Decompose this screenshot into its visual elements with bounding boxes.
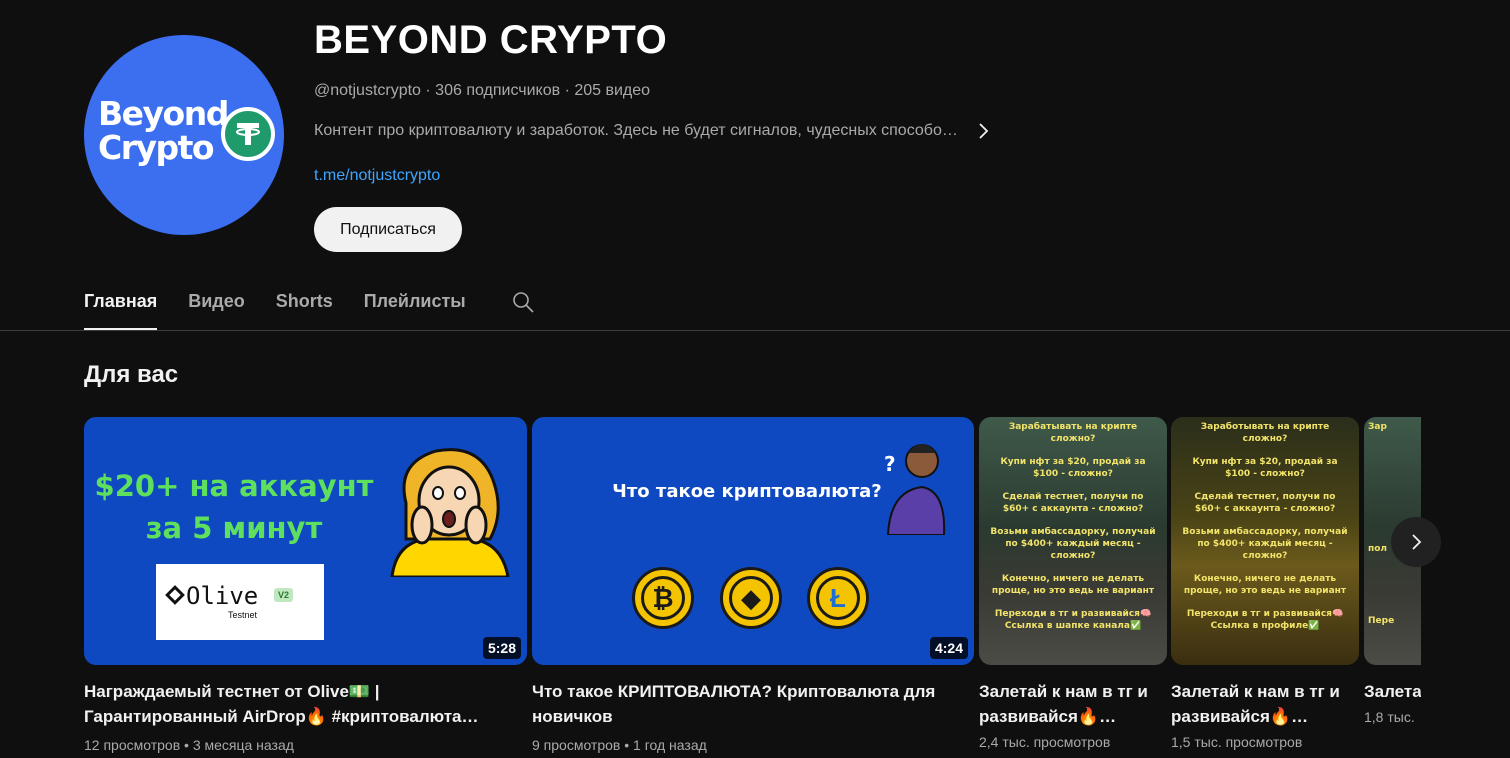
short-meta: 1,5 тыс. просмотров xyxy=(1171,734,1303,750)
olive-brand: Olive xyxy=(186,582,259,610)
tab-videos[interactable]: Видео xyxy=(188,280,245,330)
chevron-right-icon xyxy=(1412,534,1422,550)
channel-avatar[interactable]: Beyond Crypto xyxy=(84,35,284,235)
chevron-right-icon[interactable] xyxy=(976,122,992,140)
duration-badge: 5:28 xyxy=(482,637,521,659)
tab-home[interactable]: Главная xyxy=(84,280,158,330)
channel-meta: @notjustcrypto · 306 подписчиков · 205 в… xyxy=(314,82,651,99)
video-meta: 9 просмотров • 1 год назад xyxy=(532,737,707,753)
litecoin-icon: Ł xyxy=(807,567,869,629)
short-card[interactable]: Зарабатывать на крипте сложно? Купи нфт … xyxy=(979,417,1167,750)
thinking-man-illustration: ? xyxy=(884,444,946,535)
short-title[interactable]: Залета и разви xyxy=(1364,679,1421,704)
short-thumbnail[interactable]: Заработывать на крипте сложно? Купи нфт … xyxy=(1171,417,1359,665)
short-title[interactable]: Залетай к нам в тг и развивайся🔥… xyxy=(1171,679,1359,729)
subscribe-button[interactable]: Подписаться xyxy=(314,207,462,252)
video-title[interactable]: Что такое КРИПТОВАЛЮТА? Криптовалюта для… xyxy=(532,679,974,729)
svg-text:?: ? xyxy=(884,452,896,476)
thumbnail-text-line1: $20+ на аккаунт xyxy=(94,469,374,503)
channel-tabs: Главная Видео Shorts Плейлисты xyxy=(84,280,535,330)
short-thumbnail[interactable]: Зарабатывать на крипте сложно? Купи нфт … xyxy=(979,417,1167,665)
video-thumbnail[interactable]: $20+ на аккаунт за 5 минут Olive V2 Test… xyxy=(84,417,527,665)
ethereum-icon: ◆ xyxy=(720,567,782,629)
search-icon[interactable] xyxy=(511,280,535,319)
tabs-divider xyxy=(0,330,1510,331)
short-meta: 1,8 тыс. xyxy=(1364,709,1415,725)
short-meta: 2,4 тыс. просмотров xyxy=(979,734,1111,750)
short-card[interactable]: Зар пол Пере Залета и разви 1,8 тыс. xyxy=(1364,417,1421,725)
for-you-shelf: $20+ на аккаунт за 5 минут Olive V2 Test… xyxy=(84,417,1421,758)
olive-logo-card: Olive V2 Testnet xyxy=(156,564,324,640)
shelf-next-button[interactable] xyxy=(1391,517,1441,567)
duration-badge: 4:24 xyxy=(929,637,968,659)
channel-link[interactable]: t.me/notjustcrypto xyxy=(314,167,440,185)
short-title[interactable]: Залетай к нам в тг и развивайся🔥… xyxy=(979,679,1167,729)
section-title: Для вас xyxy=(84,361,179,388)
olive-diamond-icon xyxy=(165,585,185,605)
video-title[interactable]: Награждаемый тестнет от Olive💵 | Гаранти… xyxy=(84,679,527,729)
tether-coin-icon xyxy=(221,107,275,161)
olive-version-badge: V2 xyxy=(274,588,294,602)
olive-brand-sub: Testnet xyxy=(228,610,258,620)
tab-playlists[interactable]: Плейлисты xyxy=(364,280,466,330)
surprised-woman-illustration xyxy=(390,448,510,577)
video-card[interactable]: $20+ на аккаунт за 5 минут Olive V2 Test… xyxy=(84,417,527,753)
video-thumbnail[interactable]: Что такое криптовалюта? ? ₿ ◆ Ł 4:24 xyxy=(532,417,974,665)
channel-description-text: Контент про криптовалюту и заработок. Зд… xyxy=(314,122,958,139)
short-overlay-text: Заработывать на крипте сложно? Купи нфт … xyxy=(1182,422,1348,631)
tab-shorts[interactable]: Shorts xyxy=(276,280,333,330)
thumbnail-text-line2: за 5 минут xyxy=(145,511,323,545)
thumbnail-text: Что такое криптовалюта? xyxy=(612,481,882,502)
channel-description[interactable]: Контент про криптовалюту и заработок. Зд… xyxy=(314,122,992,140)
bitcoin-icon: ₿ xyxy=(632,567,694,629)
avatar-logo-text: Beyond Crypto xyxy=(98,94,229,167)
video-card[interactable]: Что такое криптовалюта? ? ₿ ◆ Ł 4:24 Что… xyxy=(532,417,974,753)
video-meta: 12 просмотров • 3 месяца назад xyxy=(84,737,294,753)
channel-title: BEYOND CRYPTO xyxy=(314,18,668,62)
short-card[interactable]: Заработывать на крипте сложно? Купи нфт … xyxy=(1171,417,1359,750)
short-overlay-text: Зарабатывать на крипте сложно? Купи нфт … xyxy=(990,422,1156,631)
